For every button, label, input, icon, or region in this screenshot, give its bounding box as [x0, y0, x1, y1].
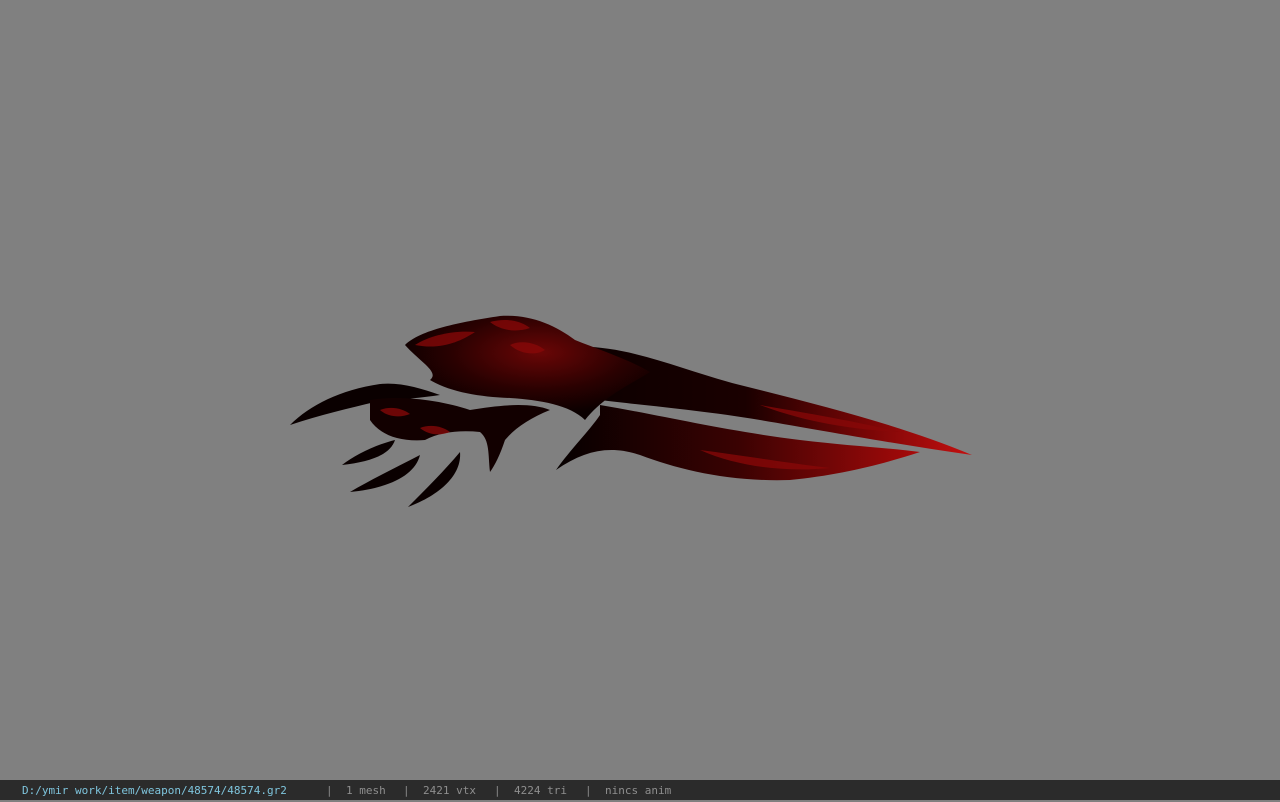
- claw-finger-1: [342, 440, 395, 465]
- weapon-model: [290, 315, 972, 507]
- model-viewport[interactable]: [0, 0, 1280, 780]
- file-path: D:/ymir work/item/weapon/48574/48574.gr2: [22, 784, 287, 797]
- animation-info: nincs anim: [605, 784, 672, 797]
- vertex-count: 2421 vtx: [423, 784, 476, 797]
- mesh-count: 1 mesh: [346, 784, 386, 797]
- status-separator: |: [585, 784, 592, 797]
- status-bar: D:/ymir work/item/weapon/48574/48574.gr2…: [0, 780, 1280, 800]
- triangle-count: 4224 tri: [514, 784, 567, 797]
- status-separator: |: [403, 784, 410, 797]
- status-separator: |: [494, 784, 501, 797]
- status-separator: |: [326, 784, 333, 797]
